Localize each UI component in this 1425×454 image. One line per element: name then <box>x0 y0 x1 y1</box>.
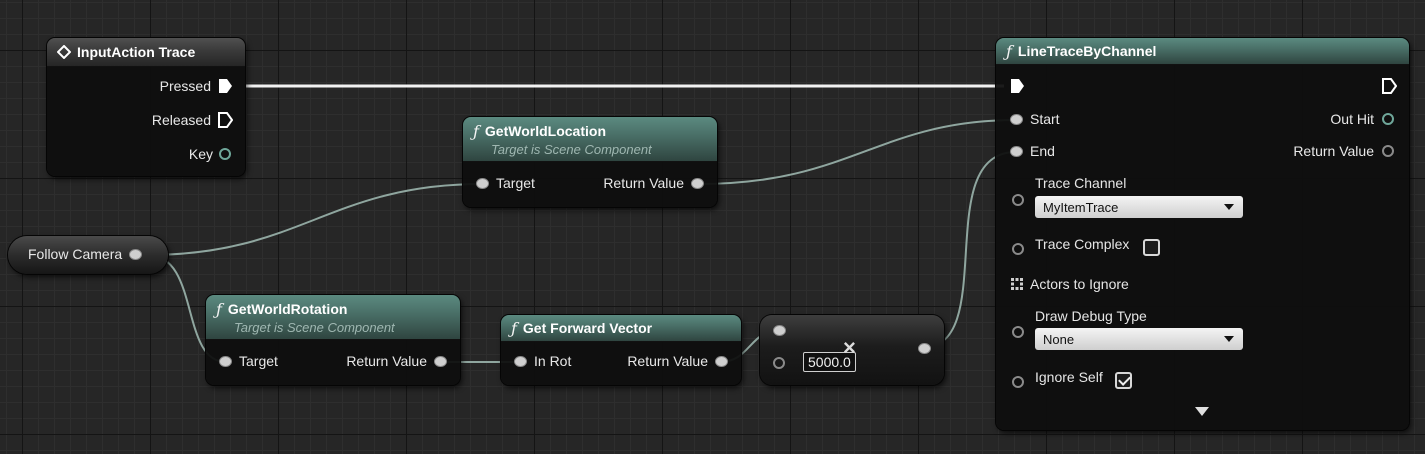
start-label: Start <box>1030 111 1060 127</box>
inputaction-trace-node[interactable]: InputAction Trace Pressed Released Key <box>47 38 245 176</box>
function-icon: ƒ <box>1006 41 1012 61</box>
in-rot-label: In Rot <box>534 353 572 369</box>
target-label: Target <box>239 353 278 369</box>
return-value-pin-row[interactable]: Return Value <box>346 353 446 369</box>
return-value-pin-row[interactable]: Return Value <box>1293 143 1394 159</box>
return-value-pin-row[interactable]: Return Value <box>627 353 727 369</box>
getworldlocation-title: GetWorldLocation <box>484 123 606 139</box>
trace-complex-checkbox[interactable] <box>1143 239 1160 256</box>
getworldlocation-subtitle: Target is Scene Component <box>491 141 652 157</box>
get-forward-vector-title: Get Forward Vector <box>522 320 653 336</box>
in-rot-pin-icon[interactable] <box>515 356 526 366</box>
end-pin-row[interactable]: End <box>1011 143 1055 159</box>
actors-to-ignore-label: Actors to Ignore <box>1030 276 1129 292</box>
key-label: Key <box>188 146 213 162</box>
released-pin-row[interactable]: Released <box>152 112 233 128</box>
getworldrotation-node[interactable]: ƒ GetWorldRotation Target is Scene Compo… <box>206 295 460 385</box>
linetracebychannel-node[interactable]: ƒ LineTraceByChannel Start Out Hit End R… <box>996 38 1409 430</box>
return-value-pin-row[interactable]: Return Value <box>603 175 703 191</box>
follow-camera-pin-icon[interactable] <box>130 249 142 259</box>
multiply-operator-icon: × <box>843 335 856 360</box>
return-value-label: Return Value <box>603 175 684 191</box>
ignore-self-pin-icon[interactable] <box>1012 376 1024 388</box>
getworldlocation-header[interactable]: ƒ GetWorldLocation Target is Scene Compo… <box>463 117 717 162</box>
linetracebychannel-header[interactable]: ƒ LineTraceByChannel <box>996 38 1409 65</box>
end-pin-icon[interactable] <box>1011 146 1022 156</box>
exec-out-pin-icon[interactable] <box>1381 78 1397 94</box>
trace-complex-pin-icon[interactable] <box>1012 243 1024 255</box>
target-pin-row[interactable]: Target <box>220 353 278 369</box>
chevron-down-icon <box>1224 204 1234 210</box>
wire-follow-camera-to-getworldlocation <box>147 183 483 256</box>
return-value-pin-icon[interactable] <box>435 356 446 366</box>
return-value-label: Return Value <box>1293 143 1374 159</box>
key-pin-row[interactable]: Key <box>189 146 231 162</box>
return-value-pin-icon[interactable] <box>716 356 727 366</box>
exec-pin-hollow-icon[interactable] <box>217 112 233 128</box>
trace-channel-dropdown[interactable]: MyItemTrace <box>1035 196 1243 218</box>
result-pin-icon[interactable] <box>919 344 930 353</box>
return-value-label: Return Value <box>346 353 427 369</box>
get-forward-vector-node[interactable]: ƒ Get Forward Vector In Rot Return Value <box>501 315 741 385</box>
start-pin-row[interactable]: Start <box>1011 111 1060 127</box>
getworldlocation-node[interactable]: ƒ GetWorldLocation Target is Scene Compo… <box>463 117 717 207</box>
inputaction-title: InputAction Trace <box>77 44 196 60</box>
wire-location-to-start <box>699 119 1017 185</box>
ignore-self-label: Ignore Self <box>1035 369 1103 385</box>
follow-camera-row[interactable]: Follow Camera <box>28 246 142 262</box>
trace-channel-pin-icon[interactable] <box>1012 194 1024 206</box>
function-icon: ƒ <box>473 121 479 141</box>
return-value-pin-icon[interactable] <box>1382 145 1394 157</box>
end-label: End <box>1030 143 1055 159</box>
target-label: Target <box>496 175 535 191</box>
start-pin-icon[interactable] <box>1011 114 1022 124</box>
out-hit-label: Out Hit <box>1330 111 1374 127</box>
released-label: Released <box>151 112 211 128</box>
key-pin-icon[interactable] <box>219 148 231 160</box>
target-pin-row[interactable]: Target <box>477 175 535 191</box>
out-hit-pin-row[interactable]: Out Hit <box>1330 111 1394 127</box>
function-icon: ƒ <box>216 299 222 319</box>
inputaction-header[interactable]: InputAction Trace <box>47 38 245 67</box>
target-pin-icon[interactable] <box>220 356 231 366</box>
target-pin-icon[interactable] <box>477 178 488 188</box>
chevron-down-icon <box>1224 336 1234 342</box>
draw-debug-type-pin-icon[interactable] <box>1012 326 1024 338</box>
get-forward-vector-header[interactable]: ƒ Get Forward Vector <box>501 315 741 342</box>
linetracebychannel-title: LineTraceByChannel <box>1017 43 1157 59</box>
getworldrotation-subtitle: Target is Scene Component <box>234 319 395 335</box>
draw-debug-type-value: None <box>1043 331 1075 347</box>
trace-channel-value: MyItemTrace <box>1043 199 1119 215</box>
trace-complex-label: Trace Complex <box>1035 236 1130 252</box>
event-diamond-icon <box>57 45 71 59</box>
multiply-node[interactable]: 5000.0 × <box>760 315 944 385</box>
trace-channel-label: Trace Channel <box>1035 175 1127 191</box>
exec-pin-filled-icon[interactable] <box>217 78 233 94</box>
pressed-pin-row[interactable]: Pressed <box>160 78 233 94</box>
follow-camera-label: Follow Camera <box>28 246 123 262</box>
a-pin-icon[interactable] <box>774 326 785 335</box>
ignore-self-checkbox[interactable] <box>1115 372 1132 389</box>
follow-camera-node[interactable]: Follow Camera <box>8 236 168 274</box>
b-pin-icon[interactable] <box>773 357 785 369</box>
array-pin-icon[interactable] <box>1011 278 1023 290</box>
return-value-pin-icon[interactable] <box>692 178 703 188</box>
draw-debug-type-dropdown[interactable]: None <box>1035 328 1243 350</box>
pressed-label: Pressed <box>159 78 211 94</box>
in-rot-pin-row[interactable]: In Rot <box>515 353 571 369</box>
function-icon: ƒ <box>511 318 517 338</box>
getworldrotation-title: GetWorldRotation <box>227 301 348 317</box>
return-value-label: Return Value <box>627 353 708 369</box>
exec-in-pin-icon[interactable] <box>1009 78 1025 94</box>
draw-debug-type-label: Draw Debug Type <box>1035 308 1147 324</box>
expand-arrow-icon[interactable] <box>1195 407 1209 416</box>
out-hit-pin-icon[interactable] <box>1382 113 1394 125</box>
getworldrotation-header[interactable]: ƒ GetWorldRotation Target is Scene Compo… <box>206 295 460 340</box>
